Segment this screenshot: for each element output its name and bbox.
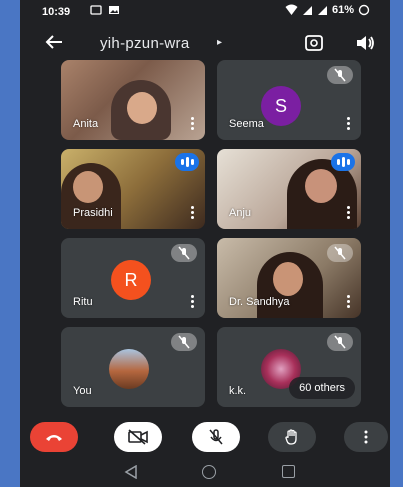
participant-name: Seema [229, 118, 264, 130]
participant-more-icon[interactable] [191, 206, 195, 220]
more-options-button[interactable] [344, 422, 388, 452]
system-navigation-bar [20, 460, 390, 487]
participant-name: Anju [229, 207, 252, 219]
participant-face [305, 169, 337, 203]
wifi-icon [285, 4, 298, 15]
status-bar: 10:39 61% [20, 0, 390, 22]
participant-name: Anita [73, 118, 99, 130]
more-vert-icon [364, 430, 368, 444]
mic-toggle-button[interactable] [192, 422, 240, 452]
participant-name: k.k. [229, 385, 247, 397]
call-controls [20, 418, 390, 458]
nav-back-icon[interactable] [124, 465, 138, 479]
participant-name: Dr. Sandhya [229, 296, 290, 308]
participant-more-icon[interactable] [191, 117, 195, 131]
video-off-icon [128, 429, 148, 445]
cast-icon [90, 5, 102, 15]
battery-saver-icon [358, 4, 370, 16]
switch-camera-icon[interactable] [302, 31, 326, 55]
participant-name: You [73, 385, 92, 397]
speaking-indicator-icon [175, 153, 199, 171]
participant-tile[interactable]: S Seema [217, 60, 361, 140]
participant-tile[interactable]: You [61, 327, 205, 407]
battery-level: 61% [331, 4, 354, 16]
participant-more-icon[interactable] [191, 295, 195, 309]
participant-more-icon[interactable] [347, 206, 351, 220]
end-call-icon [46, 435, 62, 441]
participant-tile[interactable]: Anita [61, 60, 205, 140]
participant-tile[interactable]: k.k. 60 others [217, 327, 361, 407]
avatar-initial: S [274, 95, 287, 116]
nav-home-icon[interactable] [202, 465, 216, 479]
others-count-chip[interactable]: 60 others [289, 377, 355, 399]
speaker-icon[interactable] [353, 31, 377, 55]
participant-avatar: R [111, 260, 151, 300]
participant-avatar: S [261, 86, 301, 126]
raise-hand-button[interactable] [268, 422, 316, 452]
muted-mic-icon [171, 244, 197, 262]
muted-mic-icon [327, 66, 353, 84]
meeting-details-caret-icon[interactable]: ▸ [217, 37, 222, 48]
participant-photo-avatar [109, 349, 149, 389]
participant-face [273, 262, 303, 296]
muted-mic-icon [327, 244, 353, 262]
participant-face [127, 92, 157, 124]
participant-name: Ritu [73, 296, 93, 308]
meeting-code[interactable]: yih-pzun-wra [100, 35, 189, 52]
mic-off-icon [209, 429, 223, 445]
participant-tile[interactable]: Anju [217, 149, 361, 229]
nav-recents-icon[interactable] [282, 465, 295, 478]
participant-name: Prasidhi [73, 207, 113, 219]
participant-tile[interactable]: R Ritu [61, 238, 205, 318]
participant-tile[interactable]: Dr. Sandhya [217, 238, 361, 318]
speaking-indicator-icon [331, 153, 355, 171]
phone-screen: 10:39 61% yih-pzun-wra ▸ Anita S Seema P… [20, 0, 390, 487]
end-call-button[interactable] [30, 422, 78, 452]
avatar-initial: R [124, 269, 138, 290]
back-arrow-icon[interactable] [42, 30, 66, 54]
participant-tile[interactable]: Prasidhi [61, 149, 205, 229]
participant-more-icon[interactable] [347, 117, 351, 131]
participant-more-icon[interactable] [347, 295, 351, 309]
status-notification-icons [90, 4, 120, 16]
muted-mic-icon [327, 333, 353, 351]
status-system-icons: 61% [285, 4, 370, 16]
image-icon [109, 6, 119, 14]
status-time: 10:39 [42, 6, 71, 18]
camera-toggle-button[interactable] [114, 422, 162, 452]
signal-icon-2 [317, 6, 327, 15]
signal-icon [302, 6, 312, 15]
meeting-top-bar: yih-pzun-wra ▸ [20, 24, 390, 60]
hand-icon [285, 429, 297, 445]
muted-mic-icon [171, 333, 197, 351]
participant-face [73, 171, 103, 203]
